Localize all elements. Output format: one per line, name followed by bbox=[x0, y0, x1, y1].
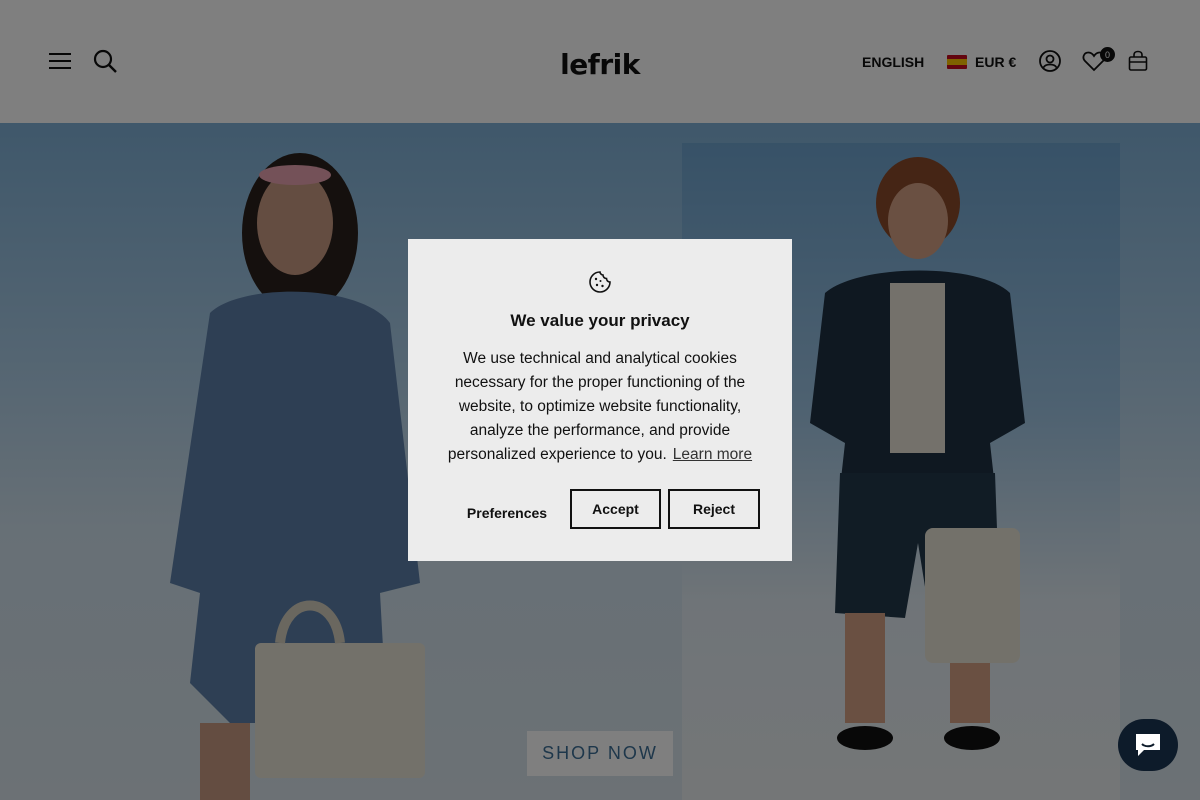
chat-launcher-button[interactable] bbox=[1118, 719, 1178, 771]
cookie-consent-modal: We value your privacy We use technical a… bbox=[408, 239, 792, 561]
modal-title: We value your privacy bbox=[510, 311, 690, 330]
chat-icon bbox=[1136, 734, 1160, 756]
cookie-icon bbox=[589, 271, 611, 293]
preferences-button[interactable]: Preferences bbox=[452, 494, 562, 532]
accept-button[interactable]: Accept bbox=[570, 489, 661, 529]
learn-more-link[interactable]: Learn more bbox=[673, 446, 752, 463]
modal-body-text: We use technical and analytical cookies … bbox=[438, 347, 762, 467]
reject-button[interactable]: Reject bbox=[668, 489, 760, 529]
